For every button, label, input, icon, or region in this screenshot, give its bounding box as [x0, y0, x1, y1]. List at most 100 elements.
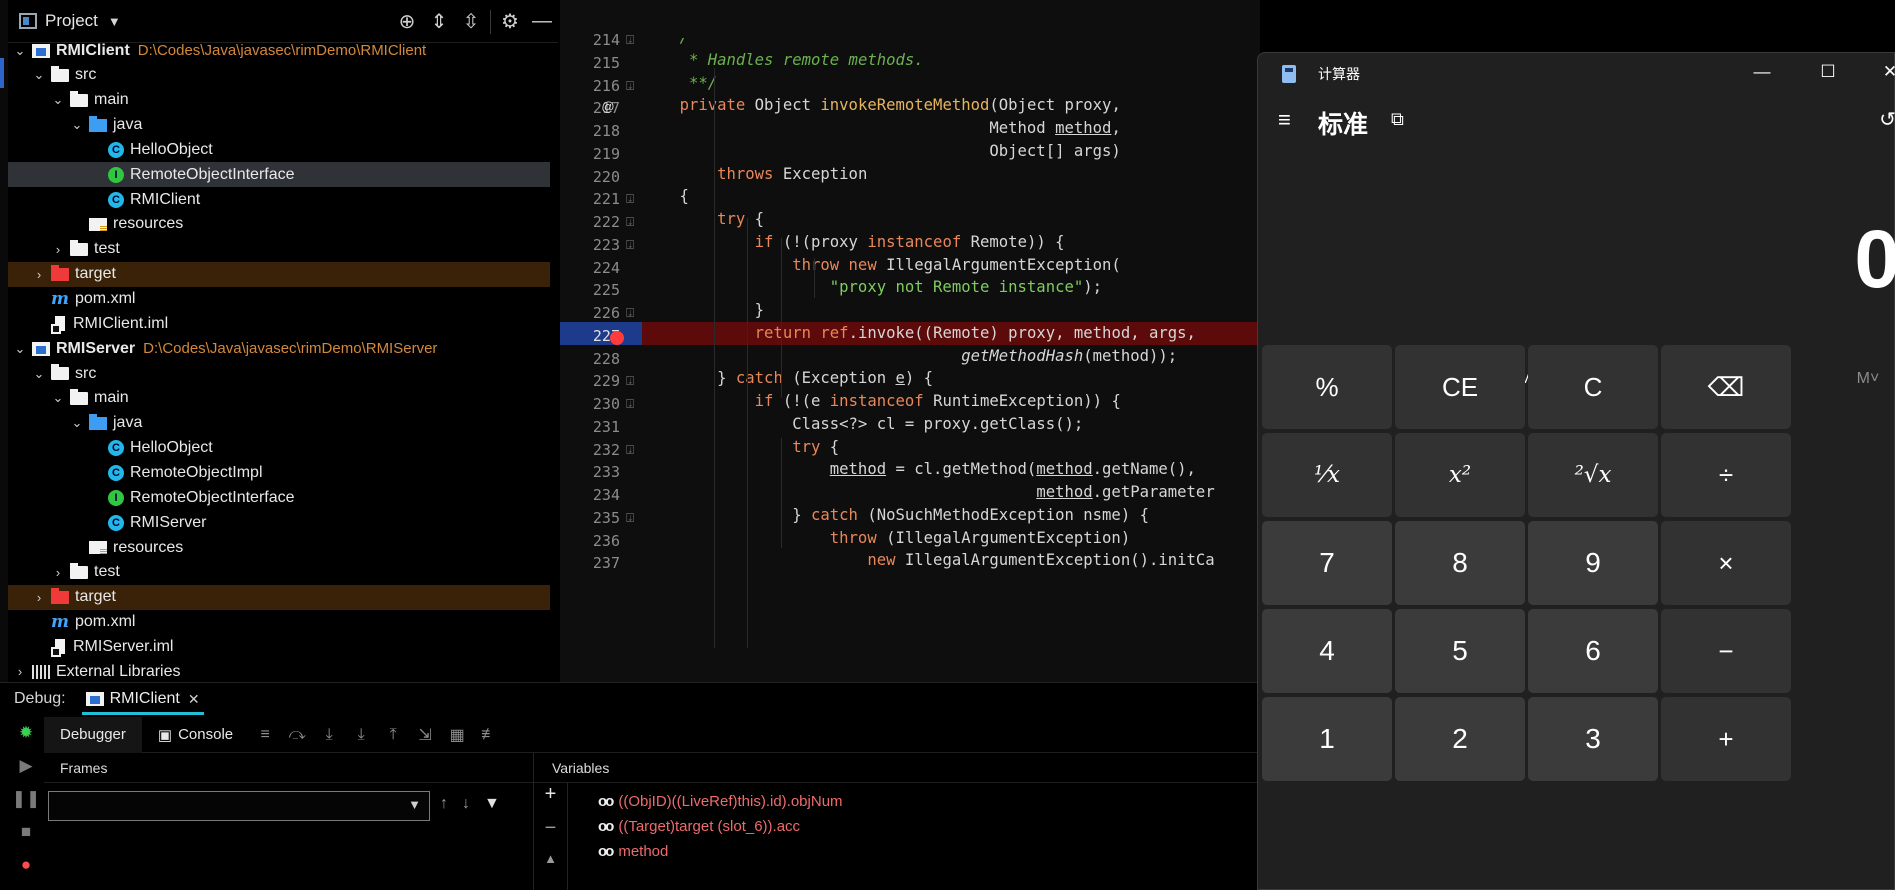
tree-row[interactable]: ⌄ src: [8, 361, 550, 386]
keep-on-top-icon[interactable]: ⧉: [1391, 109, 1404, 130]
menu-icon[interactable]: ≡: [249, 726, 281, 744]
tree-row[interactable]: ⌄ java: [8, 113, 550, 138]
hamburger-menu-icon[interactable]: ≡: [1278, 107, 1291, 133]
clear-entry-key[interactable]: CE: [1395, 345, 1525, 429]
evaluate-icon[interactable]: ▦: [441, 725, 473, 745]
gear-icon[interactable]: ⚙: [494, 9, 526, 34]
tab-console[interactable]: ▣ Console: [142, 717, 249, 753]
digit-9-key[interactable]: 9: [1528, 521, 1658, 605]
fold-icon[interactable]: ⍗: [622, 78, 638, 94]
tree-row[interactable]: I RemoteObjectInterface: [8, 162, 550, 188]
chevron-down-icon[interactable]: ⌄: [50, 92, 66, 108]
step-out-icon[interactable]: ⤒: [377, 726, 409, 744]
digit-3-key[interactable]: 3: [1528, 697, 1658, 781]
editor-gutter[interactable]: 214 ⍗ 215 216 ⍗ 217 @218 219 220 221 ⍗ 222 ⍗ 223 ⍗ 224 2…: [560, 31, 642, 682]
square-root-key[interactable]: ²√x: [1528, 433, 1658, 517]
filter-icon[interactable]: ▼: [484, 795, 500, 813]
chevron-down-icon[interactable]: ⌄: [31, 366, 47, 382]
digit-6-key[interactable]: 6: [1528, 609, 1658, 693]
memory-button[interactable]: M˅: [1818, 359, 1895, 399]
digit-2-key[interactable]: 2: [1395, 697, 1525, 781]
fold-icon[interactable]: ⍗: [622, 191, 638, 207]
fold-icon[interactable]: ⍗: [622, 373, 638, 389]
resume-icon[interactable]: ▶: [8, 756, 44, 789]
locate-icon[interactable]: ⊕: [391, 9, 423, 34]
expand-all-icon[interactable]: ⇕: [423, 9, 455, 34]
tree-row[interactable]: C RMIClient: [8, 187, 550, 212]
fold-icon[interactable]: ⍗: [622, 32, 638, 48]
chevron-down-icon[interactable]: ▼: [108, 14, 121, 29]
add-watch-icon[interactable]: +: [534, 783, 567, 817]
close-icon[interactable]: ✕: [188, 691, 200, 708]
run-to-cursor-icon[interactable]: ⇲: [409, 725, 441, 745]
reciprocal-key[interactable]: ¹⁄x: [1262, 433, 1392, 517]
chevron-down-icon[interactable]: ⌄: [12, 43, 28, 59]
tree-row[interactable]: RMIServer.iml: [8, 634, 550, 659]
remove-watch-icon[interactable]: −: [534, 817, 567, 851]
history-icon[interactable]: ↺: [1879, 107, 1895, 132]
tab-debugger[interactable]: Debugger: [44, 716, 142, 753]
tree-row[interactable]: ⌄ java: [8, 411, 550, 436]
fold-icon[interactable]: ⍗: [622, 442, 638, 458]
multiply-key[interactable]: ×: [1661, 521, 1791, 605]
bug-icon[interactable]: ✹: [8, 723, 44, 756]
project-title[interactable]: Project: [45, 11, 98, 31]
digit-8-key[interactable]: 8: [1395, 521, 1525, 605]
tree-row[interactable]: ⌄ RMIClient D:\Codes\Java\javasec\rimDemo\…: [8, 38, 550, 63]
trace-icon[interactable]: ≢: [473, 726, 505, 744]
debug-session-tab[interactable]: RMIClient ✕: [81, 683, 204, 715]
divide-key[interactable]: ÷: [1661, 433, 1791, 517]
clear-key[interactable]: C: [1528, 345, 1658, 429]
digit-7-key[interactable]: 7: [1262, 521, 1392, 605]
digit-4-key[interactable]: 4: [1262, 609, 1392, 693]
move-up-icon[interactable]: ▲: [534, 851, 567, 885]
tree-row[interactable]: resources: [8, 535, 550, 560]
fold-icon[interactable]: ⍗: [622, 214, 638, 230]
minimize-icon[interactable]: —: [1742, 57, 1782, 87]
chevron-right-icon[interactable]: ›: [12, 664, 28, 679]
fold-icon[interactable]: ⍗: [622, 510, 638, 526]
chevron-down-icon[interactable]: ⌄: [12, 341, 28, 357]
code-area[interactable]: /** * Handles remote methods. **/ privat…: [642, 38, 1260, 682]
tree-row[interactable]: C HelloObject: [8, 137, 550, 162]
tree-row[interactable]: ⌄ RMIServer D:\Codes\Java\javasec\rimDemo\…: [8, 336, 550, 361]
tree-row[interactable]: ⌄ src: [8, 63, 550, 88]
up-arrow-icon[interactable]: ↑: [440, 795, 448, 813]
watch-item[interactable]: oo ((ObjID)((LiveRef)this).id).objNum: [598, 789, 843, 813]
tree-row[interactable]: ⌄ main: [8, 88, 550, 113]
chevron-right-icon[interactable]: ›: [50, 242, 66, 257]
tree-row[interactable]: RMIClient.iml: [8, 311, 550, 336]
digit-5-key[interactable]: 5: [1395, 609, 1525, 693]
close-icon[interactable]: ✕: [1870, 57, 1895, 87]
chevron-down-icon[interactable]: ⌄: [31, 67, 47, 83]
chevron-down-icon[interactable]: ⌄: [69, 415, 85, 431]
minimize-icon[interactable]: —: [526, 10, 558, 33]
step-over-icon[interactable]: ⤼: [281, 726, 313, 744]
thread-select[interactable]: ▼: [48, 791, 430, 821]
watch-item[interactable]: oo ((Target)target (slot_6)).acc: [598, 814, 800, 838]
tree-row[interactable]: › test: [8, 560, 550, 585]
backspace-key[interactable]: ⌫: [1661, 345, 1791, 429]
chevron-down-icon[interactable]: ⌄: [69, 117, 85, 133]
tree-row[interactable]: C RMIServer: [8, 510, 550, 535]
tree-row[interactable]: › test: [8, 237, 550, 262]
chevron-down-icon[interactable]: ⌄: [50, 390, 66, 406]
percent-key[interactable]: %: [1262, 345, 1392, 429]
digit-1-key[interactable]: 1: [1262, 697, 1392, 781]
fold-icon[interactable]: ⍗: [622, 305, 638, 321]
tree-row[interactable]: C RemoteObjectImpl: [8, 460, 550, 485]
force-step-into-icon[interactable]: ⤓: [345, 726, 377, 744]
tree-row[interactable]: › target: [8, 261, 550, 287]
tree-row[interactable]: m pom.xml: [8, 610, 550, 635]
down-arrow-icon[interactable]: ↓: [462, 795, 470, 813]
step-into-icon[interactable]: ⤓: [313, 726, 345, 744]
chevron-right-icon[interactable]: ›: [31, 267, 47, 282]
add-key[interactable]: +: [1661, 697, 1791, 781]
tree-row[interactable]: C HelloObject: [8, 436, 550, 461]
collapse-all-icon[interactable]: ⇳: [455, 9, 487, 34]
tree-row[interactable]: › External Libraries: [8, 659, 550, 684]
chevron-right-icon[interactable]: ›: [31, 590, 47, 605]
chevron-right-icon[interactable]: ›: [50, 565, 66, 580]
fold-icon[interactable]: ⍗: [622, 396, 638, 412]
tree-row[interactable]: resources: [8, 212, 550, 237]
